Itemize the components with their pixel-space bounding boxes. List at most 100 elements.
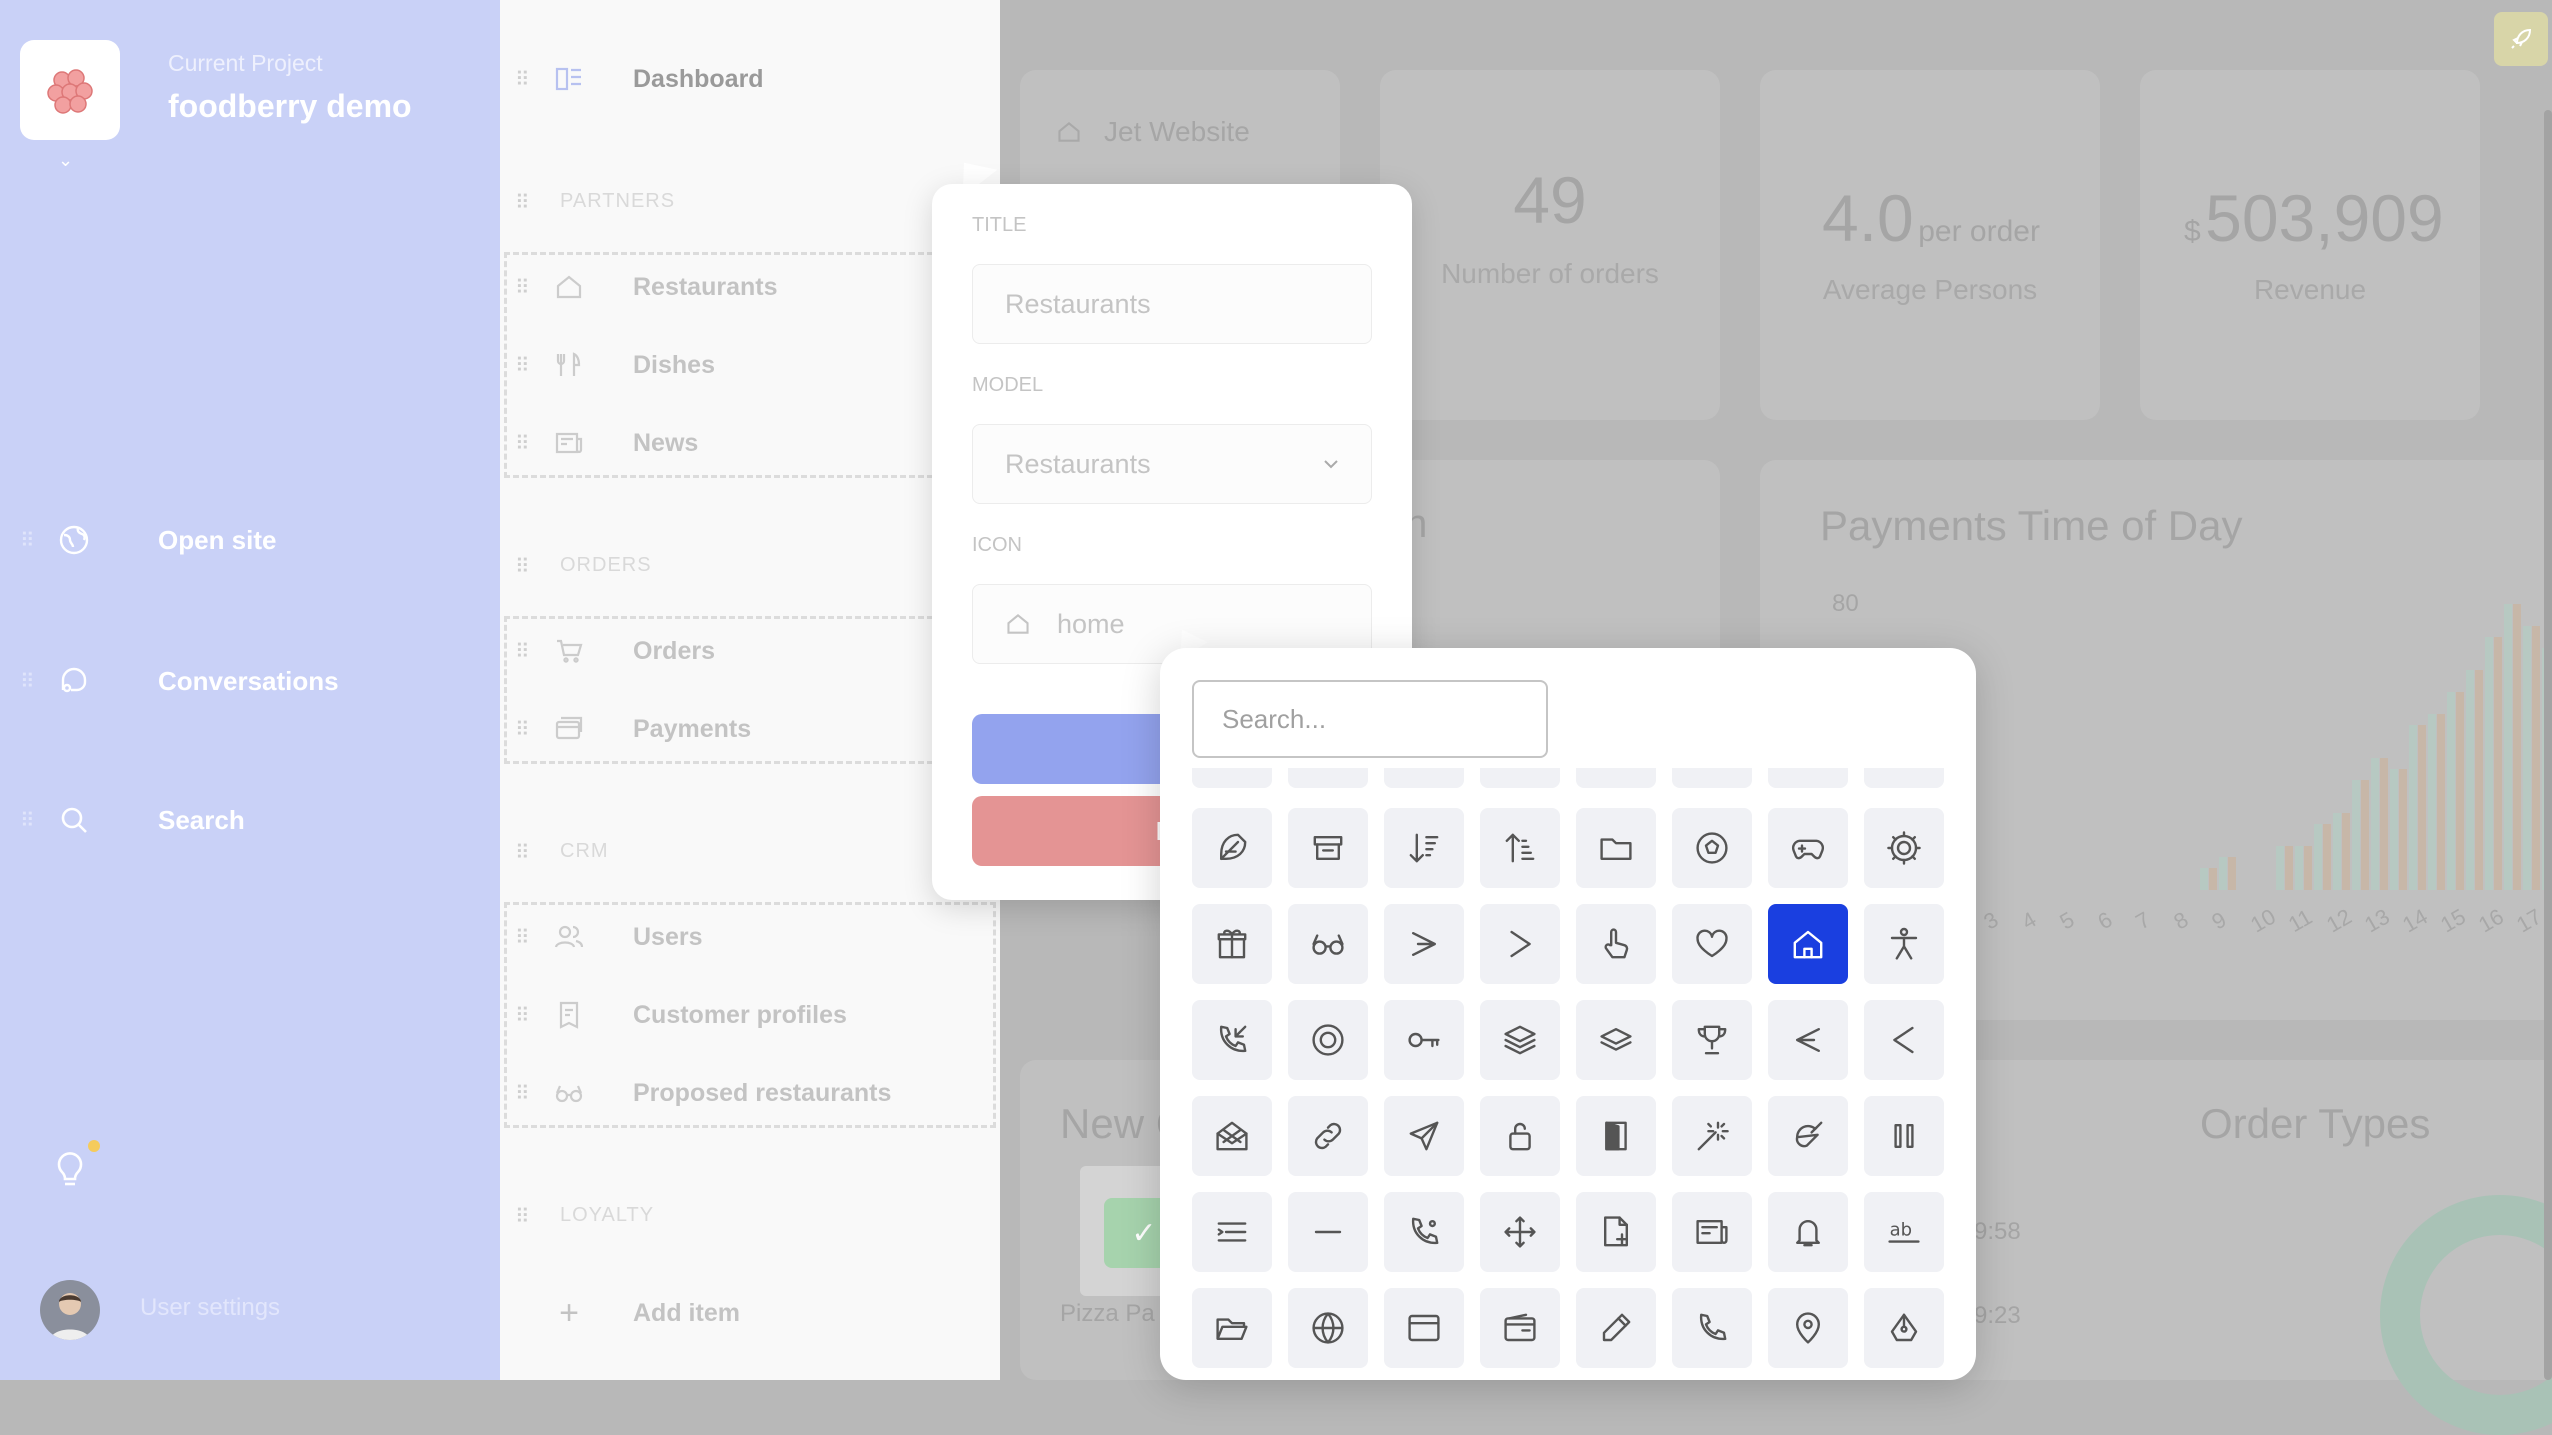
icon-search-input[interactable]	[1192, 680, 1548, 758]
icon-option-pause[interactable]	[1864, 1096, 1944, 1176]
menu-item-dashboard[interactable]: ⠿ Dashboard	[515, 54, 764, 104]
icon-option-sort-down[interactable]	[1384, 808, 1464, 888]
icon-option-chevron-left[interactable]	[1864, 1000, 1944, 1080]
icon-option-menu[interactable]	[1192, 1192, 1272, 1272]
icon-cell[interactable]	[1192, 768, 1272, 788]
icon-option-chevron-left-double[interactable]	[1768, 1000, 1848, 1080]
icon-option-magic-wand[interactable]	[1672, 1096, 1752, 1176]
icon-cell[interactable]	[1384, 768, 1464, 788]
icon-option-gamepad[interactable]	[1768, 808, 1848, 888]
user-settings-link[interactable]: User settings	[140, 1294, 280, 1322]
icon-option-archive[interactable]	[1288, 808, 1368, 888]
icon-option-newspaper[interactable]	[1672, 1192, 1752, 1272]
icon-option-door-open[interactable]	[1576, 1096, 1656, 1176]
icon-option-browser[interactable]	[1384, 1288, 1464, 1368]
sidebar-item-search[interactable]: ⠿ Search	[20, 804, 245, 836]
menu-item-proposed-restaurants[interactable]: ⠿ Proposed restaurants	[515, 1068, 891, 1118]
menu-item-restaurants[interactable]: ⠿ Restaurants	[515, 262, 778, 312]
drag-handle-icon[interactable]: ⠿	[515, 840, 545, 865]
icon-option-spell-check[interactable]: ab	[1864, 1192, 1944, 1272]
menu-item-dishes[interactable]: ⠿ Dishes	[515, 340, 715, 390]
lightbulb-icon[interactable]	[52, 1144, 88, 1195]
icon-option-incoming-call[interactable]	[1192, 1000, 1272, 1080]
icon-option-folder-open[interactable]	[1192, 1288, 1272, 1368]
menu-item-news[interactable]: ⠿ News	[515, 418, 698, 468]
launch-button[interactable]	[2494, 12, 2548, 66]
drag-handle-icon[interactable]: ⠿	[515, 1081, 545, 1106]
icon-option-gear[interactable]	[1864, 808, 1944, 888]
icon-option-hand-pointer[interactable]	[1576, 904, 1656, 984]
drag-handle-icon[interactable]: ⠿	[515, 1003, 545, 1028]
icon-option-sort-up[interactable]	[1480, 808, 1560, 888]
icon-option-minus[interactable]	[1288, 1192, 1368, 1272]
drag-handle-icon[interactable]: ⠿	[515, 190, 545, 215]
icon-option-magnet[interactable]	[1768, 1096, 1848, 1176]
drag-handle-icon[interactable]: ⠿	[20, 808, 50, 833]
icon-option-wallet[interactable]	[1480, 1288, 1560, 1368]
icon-option-lock-open[interactable]	[1480, 1096, 1560, 1176]
drag-handle-icon[interactable]: ⠿	[515, 717, 545, 742]
drag-handle-icon[interactable]: ⠿	[20, 528, 50, 553]
icon-option-move[interactable]	[1480, 1192, 1560, 1272]
menu-item-orders[interactable]: ⠿ Orders	[515, 626, 715, 676]
icon-cell[interactable]	[1672, 768, 1752, 788]
icon-option-home[interactable]	[1768, 904, 1848, 984]
icon-cell[interactable]	[1768, 768, 1848, 788]
drag-handle-icon[interactable]: ⠿	[515, 1204, 545, 1229]
drag-handle-icon[interactable]: ⠿	[20, 669, 50, 694]
icon-option-gift[interactable]	[1192, 904, 1272, 984]
icon-option-phone-outgoing[interactable]	[1384, 1192, 1464, 1272]
icon-option-mail-open[interactable]	[1192, 1096, 1272, 1176]
section-orders[interactable]: ⠿	[515, 541, 545, 591]
menu-item-users[interactable]: ⠿ Users	[515, 912, 703, 962]
drag-handle-icon[interactable]: ⠿	[515, 639, 545, 664]
icon-option-file-plus[interactable]	[1576, 1192, 1656, 1272]
drag-handle-icon[interactable]: ⠿	[515, 554, 545, 579]
icon-option-pencil[interactable]	[1576, 1288, 1656, 1368]
menu-item-customer-profiles[interactable]: ⠿ Customer profiles	[515, 990, 847, 1040]
sidebar-item-open-site[interactable]: ⠿ Open site	[20, 524, 276, 556]
project-name[interactable]: foodberry demo	[168, 88, 412, 125]
icon-option-map-pin[interactable]	[1768, 1288, 1848, 1368]
icon-option-accessibility[interactable]	[1864, 904, 1944, 984]
project-logo[interactable]	[20, 40, 120, 140]
drag-handle-icon[interactable]: ⠿	[515, 275, 545, 300]
icon-option-heart[interactable]	[1672, 904, 1752, 984]
icon-cell[interactable]	[1576, 768, 1656, 788]
avatar[interactable]	[40, 1280, 100, 1340]
icon-option-chevron-right[interactable]	[1480, 904, 1560, 984]
sidebar-item-conversations[interactable]: ⠿ Conversations	[20, 664, 339, 698]
chevron-down-icon[interactable]: ⌄	[58, 150, 73, 171]
section-partners[interactable]: ⠿	[515, 177, 545, 227]
icon-cell[interactable]	[1864, 768, 1944, 788]
icon-option-chevron-right-double[interactable]	[1384, 904, 1464, 984]
icon-cell[interactable]	[1288, 768, 1368, 788]
icon-option-link[interactable]	[1288, 1096, 1368, 1176]
model-select[interactable]: Restaurants	[972, 424, 1372, 504]
icon-option-bell[interactable]	[1768, 1192, 1848, 1272]
scrollbar[interactable]	[2544, 110, 2552, 1380]
drag-handle-icon[interactable]: ⠿	[515, 431, 545, 456]
icon-option-globe[interactable]	[1288, 1288, 1368, 1368]
drag-handle-icon[interactable]: ⠿	[515, 67, 545, 92]
drag-handle-icon[interactable]: ⠿	[515, 925, 545, 950]
section-loyalty[interactable]: ⠿	[515, 1191, 545, 1241]
icon-option-phone[interactable]	[1672, 1288, 1752, 1368]
icon-option-pen-tool[interactable]	[1864, 1288, 1944, 1368]
site-link[interactable]: Jet Website	[1056, 116, 1250, 148]
icon-option-feather[interactable]	[1192, 808, 1272, 888]
section-crm[interactable]: ⠿	[515, 827, 545, 877]
icon-option-layers[interactable]	[1480, 1000, 1560, 1080]
add-item-button[interactable]: + Add item	[545, 1288, 740, 1338]
icon-option-send[interactable]	[1384, 1096, 1464, 1176]
drag-handle-icon[interactable]: ⠿	[515, 353, 545, 378]
icon-option-key[interactable]	[1384, 1000, 1464, 1080]
title-input[interactable]: Restaurants	[972, 264, 1372, 344]
icon-option-folder[interactable]	[1576, 808, 1656, 888]
icon-option-trophy[interactable]	[1672, 1000, 1752, 1080]
icon-option-glasses[interactable]	[1288, 904, 1368, 984]
icon-option-target[interactable]	[1288, 1000, 1368, 1080]
icon-cell[interactable]	[1480, 768, 1560, 788]
icon-option-stack[interactable]	[1576, 1000, 1656, 1080]
icon-option-soccer-ball[interactable]	[1672, 808, 1752, 888]
